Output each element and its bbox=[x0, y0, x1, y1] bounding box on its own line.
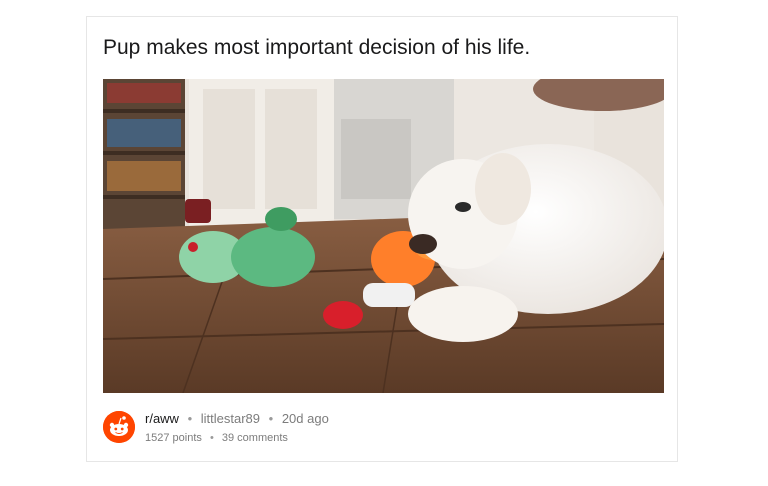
post-source-line: r/aww • littlestar89 • 20d ago bbox=[145, 411, 329, 427]
reddit-alien-icon[interactable] bbox=[103, 411, 135, 443]
post-meta: r/aww • littlestar89 • 20d ago 1527 poin… bbox=[103, 409, 663, 449]
separator-dot: • bbox=[268, 411, 274, 426]
post-card[interactable]: Pup makes most important decision of his… bbox=[86, 16, 678, 462]
post-age: 20d ago bbox=[281, 411, 329, 426]
points-count: 1527 points bbox=[145, 432, 202, 444]
separator-dot: • bbox=[187, 411, 193, 426]
post-title[interactable]: Pup makes most important decision of his… bbox=[103, 35, 663, 61]
author-link[interactable]: littlestar89 bbox=[201, 411, 260, 426]
separator-dot: • bbox=[209, 432, 214, 444]
puppy-with-toys-image bbox=[103, 79, 664, 393]
comments-link[interactable]: 39 comments bbox=[222, 432, 288, 444]
post-stats-line: 1527 points • 39 comments bbox=[145, 431, 288, 445]
subreddit-link[interactable]: r/aww bbox=[145, 411, 179, 426]
post-image[interactable] bbox=[103, 79, 664, 393]
